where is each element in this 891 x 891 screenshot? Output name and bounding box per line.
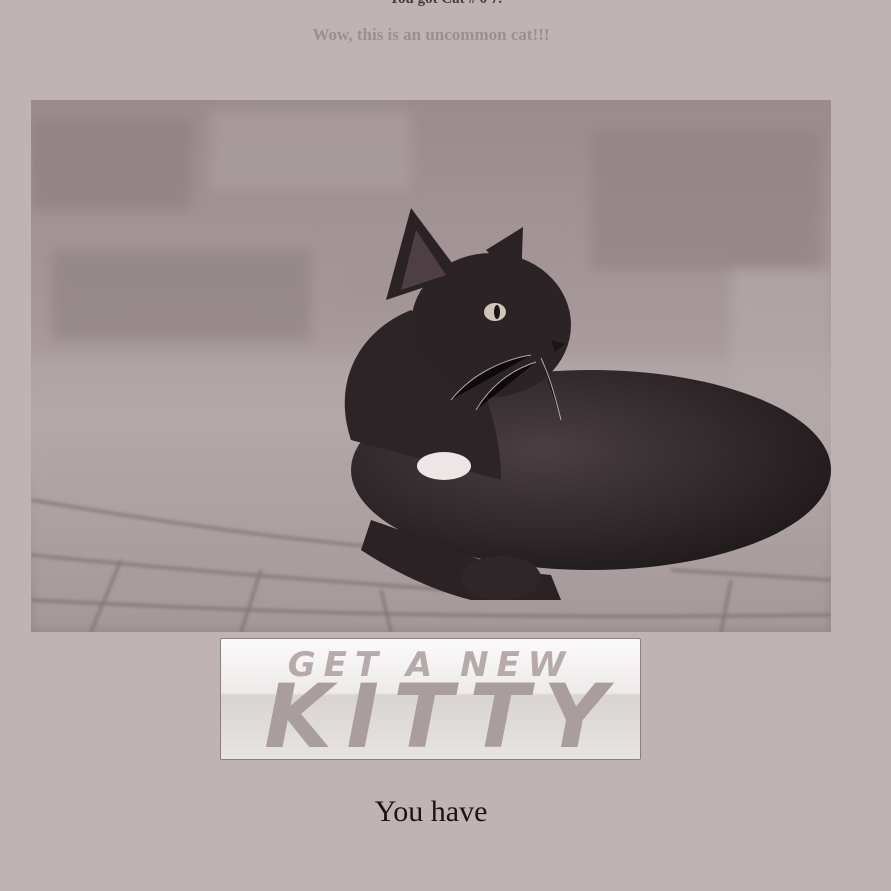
- page: You got Cat # 0 7. Wow, this is an uncom…: [0, 0, 891, 891]
- button-line-kitty: KITTY: [264, 665, 621, 760]
- get-new-kitty-button[interactable]: GET A NEW KITTY: [220, 638, 641, 760]
- you-have-text: You have: [374, 795, 488, 828]
- cat-photo-image: [31, 100, 831, 632]
- rarity-message: Wow, this is an uncommon cat!!!: [312, 25, 550, 44]
- cat-number-text: You got Cat # 0 7.: [0, 0, 891, 8]
- cat-photo: [31, 100, 831, 632]
